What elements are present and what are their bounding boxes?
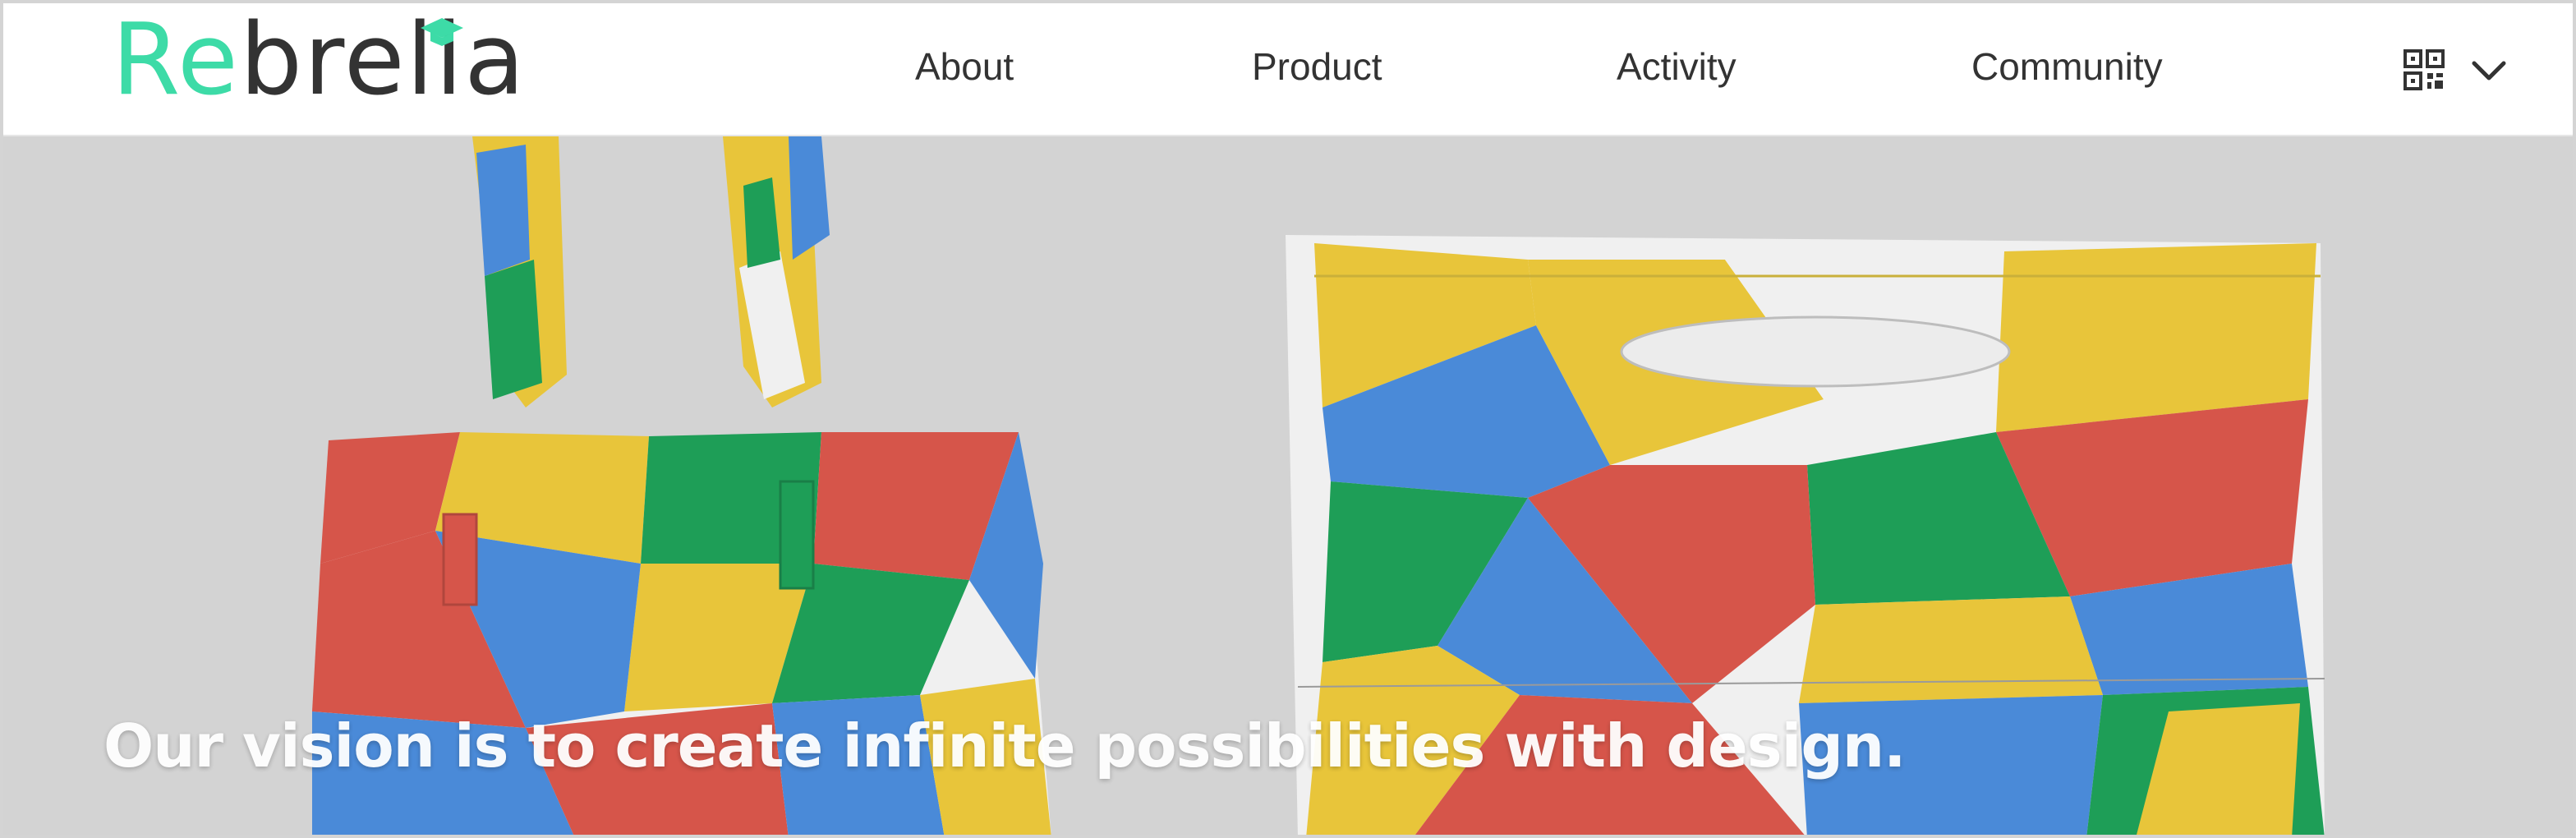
nav-activity[interactable]: Activity	[1617, 38, 1736, 95]
site-header: Rebrella About Product Activity Communit…	[0, 0, 2576, 136]
qr-code-icon[interactable]	[2404, 49, 2445, 90]
nav-community[interactable]: Community	[1971, 38, 2163, 95]
nav-product[interactable]: Product	[1252, 38, 1382, 95]
chevron-down-icon[interactable]	[2469, 51, 2509, 90]
nav-about[interactable]: About	[915, 38, 1014, 95]
logo-text-brella: brella	[239, 3, 527, 117]
logo-text-re: Re	[112, 3, 240, 117]
graduation-cap-icon	[421, 18, 463, 46]
hero-banner: Our vision is to create infinite possibi…	[0, 136, 2576, 838]
brand-logo[interactable]: Rebrella	[112, 12, 527, 110]
hero-tagline: Our vision is to create infinite possibi…	[104, 711, 1906, 780]
